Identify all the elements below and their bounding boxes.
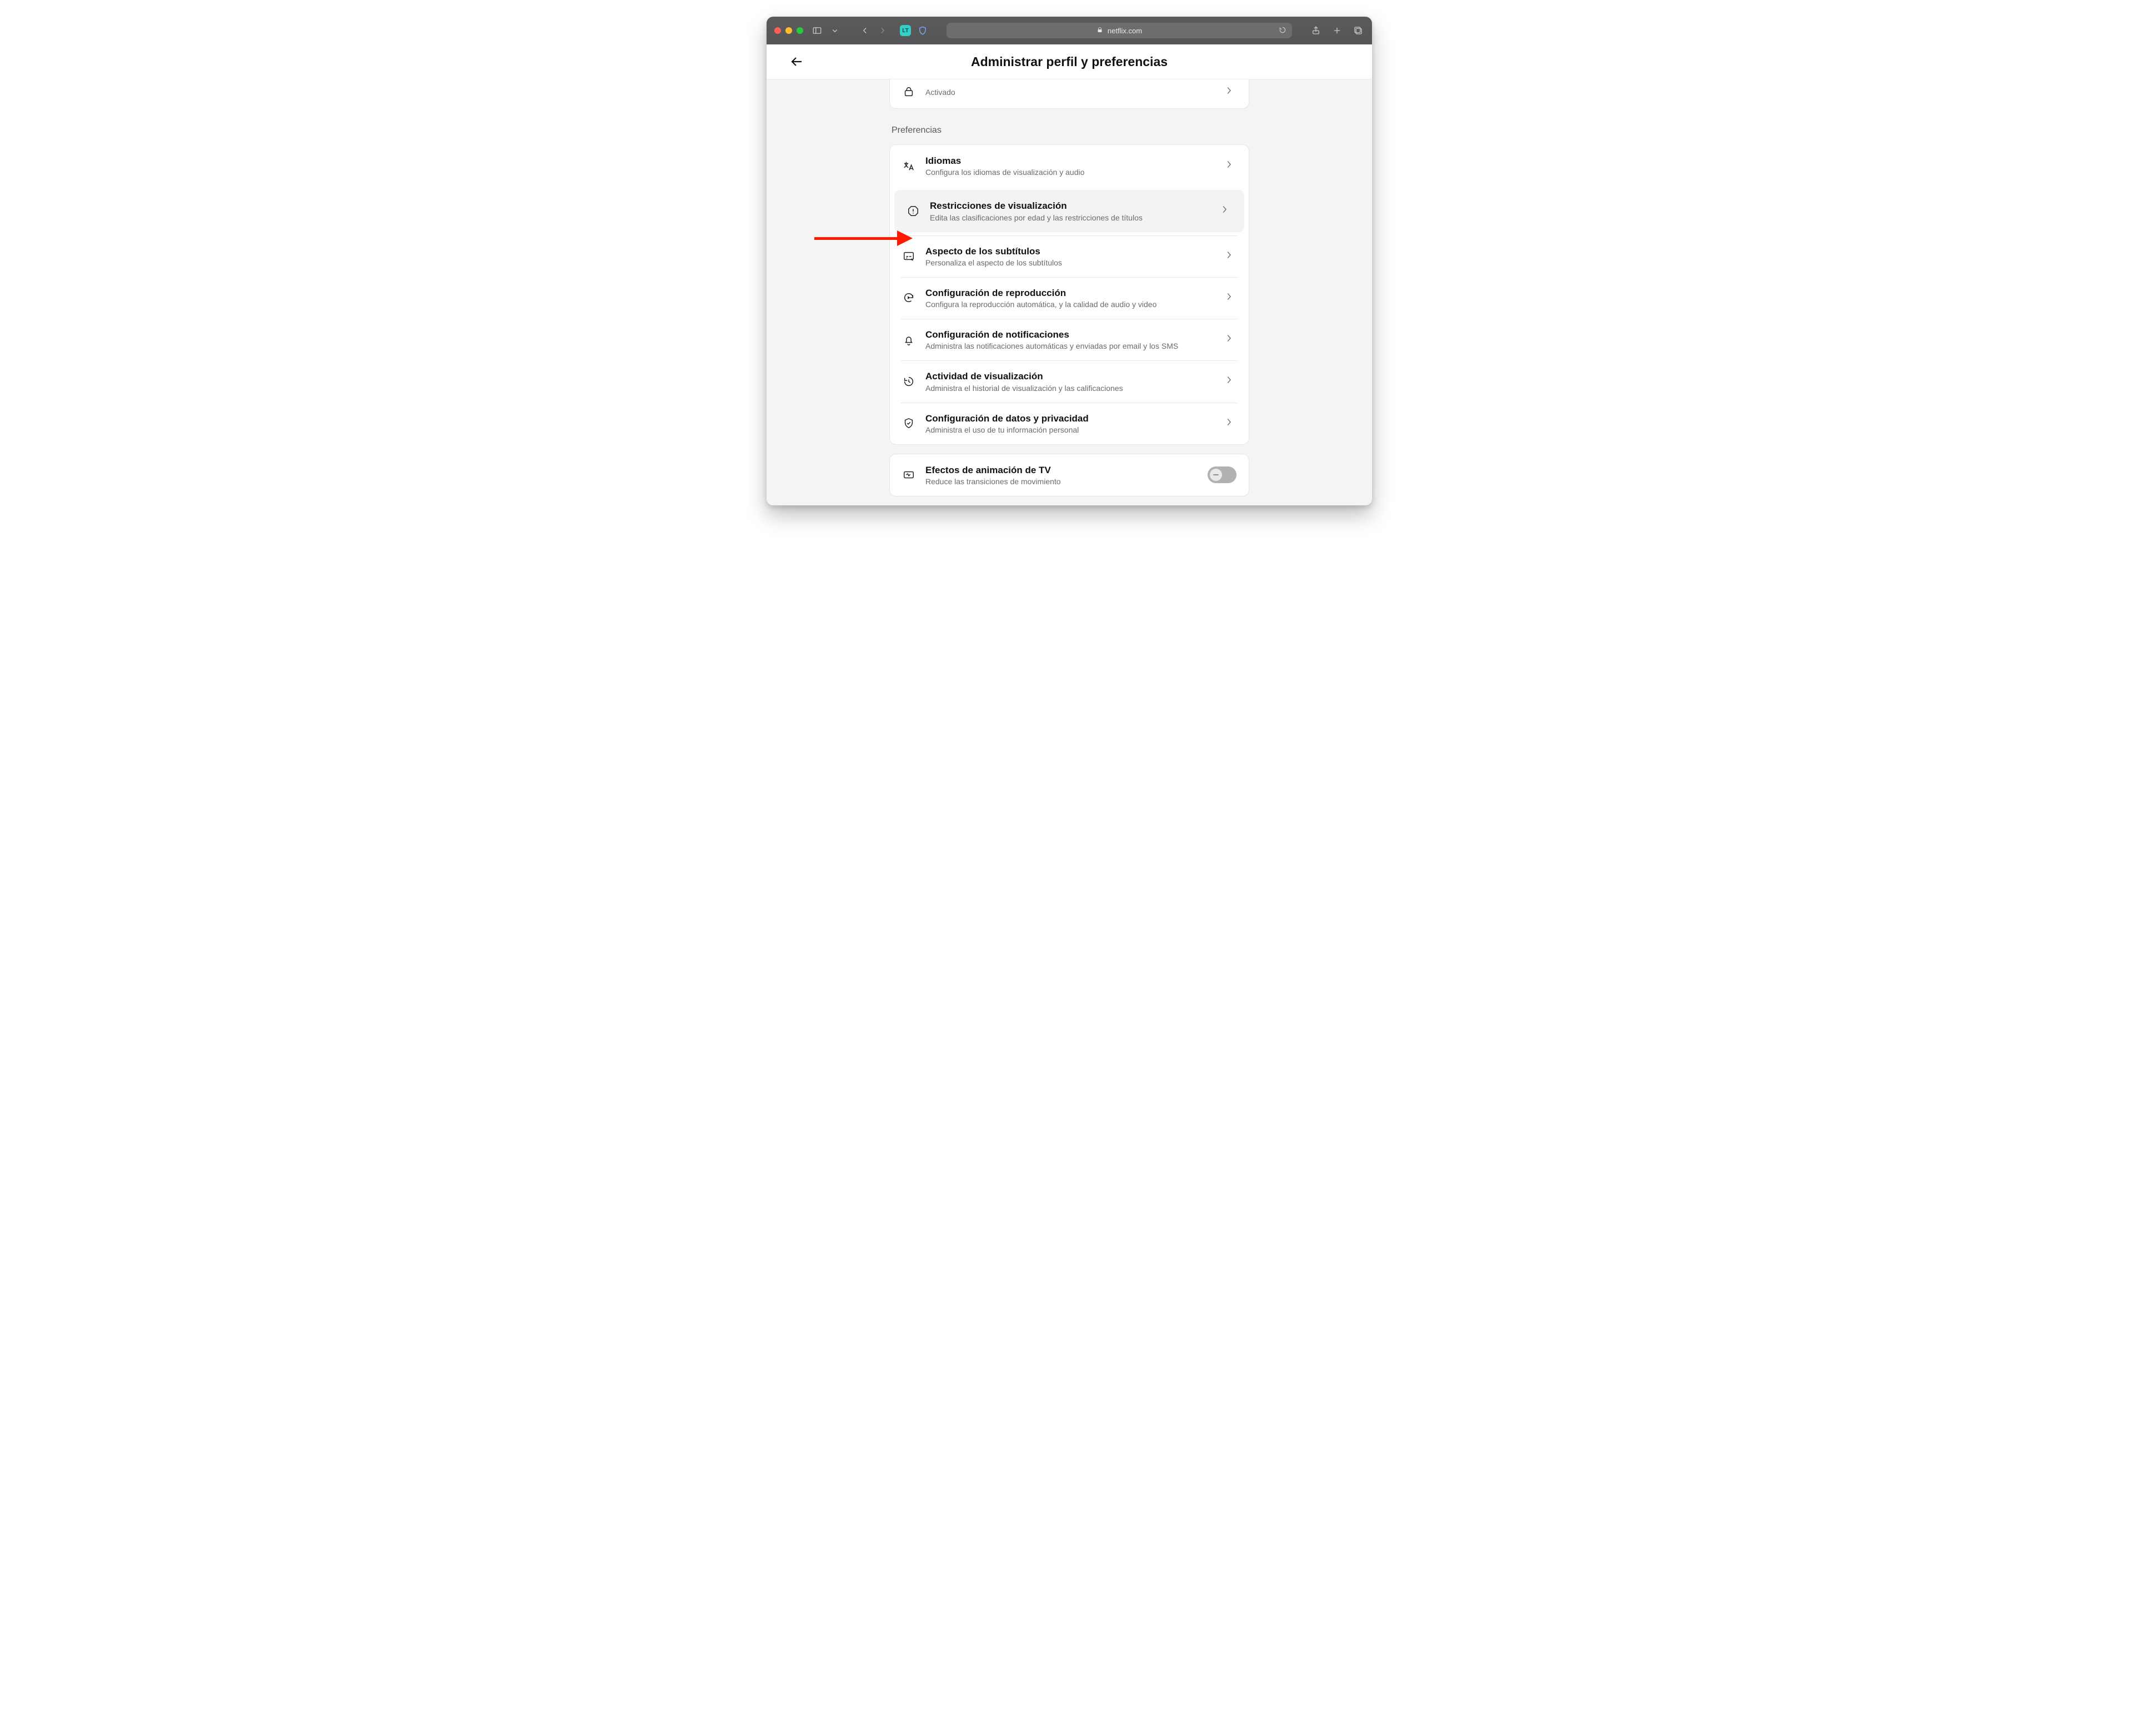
row-title: Actividad de visualización: [925, 370, 1216, 382]
chevron-right-icon: [1226, 87, 1236, 97]
chevron-right-icon: [1226, 160, 1236, 171]
page-title: Administrar perfil y preferencias: [971, 54, 1168, 69]
share-icon[interactable]: [1310, 24, 1322, 37]
row-idiomas[interactable]: Idiomas Configura los idiomas de visuali…: [890, 145, 1249, 187]
extension-badge[interactable]: LT: [900, 25, 911, 36]
annotation-arrow: [814, 230, 913, 246]
row-sub: Configura la reproducción automática, y …: [925, 300, 1216, 309]
maximize-window-button[interactable]: [797, 27, 803, 34]
row-actividad[interactable]: Actividad de visualización Administra el…: [890, 360, 1249, 402]
chevron-right-icon: [1226, 251, 1236, 262]
tv-anim-card: Efectos de animación de TV Reduce las tr…: [889, 454, 1249, 496]
tv-anim-toggle[interactable]: [1208, 466, 1236, 483]
row-sub: Configura los idiomas de visualización y…: [925, 168, 1216, 177]
top-row[interactable]: Activado: [890, 79, 1249, 108]
address-bar[interactable]: netflix.com: [947, 23, 1292, 38]
row-sub: Administra el historial de visualización…: [925, 384, 1216, 393]
extension-shield-icon[interactable]: [917, 24, 929, 37]
browser-toolbar: LT netflix.com: [767, 17, 1372, 44]
chevron-right-icon: [1222, 205, 1232, 216]
page: Administrar perfil y preferencias Activa…: [767, 44, 1372, 505]
tv-anim-icon: [902, 468, 915, 481]
row-title: Configuración de reproducción: [925, 287, 1216, 299]
row-sub: Administra las notificaciones automática…: [925, 342, 1216, 350]
chevron-right-icon: [1226, 376, 1236, 387]
row-restricciones[interactable]: Restricciones de visualización Edita las…: [894, 190, 1244, 232]
row-sub: Personaliza el aspecto de los subtítulos: [925, 258, 1216, 267]
content-scroll[interactable]: Activado Preferencias Idiomas: [767, 79, 1372, 505]
row-title: Efectos de animación de TV: [925, 464, 1198, 476]
row-privacidad[interactable]: Configuración de datos y privacidad Admi…: [890, 403, 1249, 444]
lock-setting-icon: [902, 85, 915, 98]
row-sub: Administra el uso de tu información pers…: [925, 425, 1216, 434]
sidebar-toggle-icon[interactable]: [811, 24, 823, 37]
back-button[interactable]: [789, 54, 804, 69]
language-icon: [902, 159, 915, 173]
new-tab-icon[interactable]: [1331, 24, 1343, 37]
history-icon: [902, 375, 915, 388]
top-row-sub: Activado: [925, 88, 1216, 97]
nav-forward-button[interactable]: [877, 24, 889, 37]
row-notificaciones[interactable]: Configuración de notificaciones Administ…: [890, 319, 1249, 360]
url-host: netflix.com: [1108, 27, 1142, 35]
row-title: Configuración de datos y privacidad: [925, 413, 1216, 424]
minimize-window-button[interactable]: [785, 27, 792, 34]
browser-window: LT netflix.com: [767, 17, 1372, 505]
shield-check-icon: [902, 417, 915, 430]
window-controls: [774, 27, 803, 34]
row-reproduccion[interactable]: Configuración de reproducción Configura …: [890, 277, 1249, 319]
toolbar-chevron-down-icon[interactable]: [829, 24, 841, 37]
preferences-card: Idiomas Configura los idiomas de visuali…: [889, 144, 1249, 445]
section-label-preferencias: Preferencias: [892, 126, 1249, 136]
chevron-right-icon: [1226, 334, 1236, 345]
page-header: Administrar perfil y preferencias: [767, 44, 1372, 79]
row-sub: Edita las clasificaciones por edad y las…: [930, 213, 1212, 222]
restriction-icon: [907, 204, 920, 218]
chevron-right-icon: [1226, 418, 1236, 429]
subtitles-icon: [902, 249, 915, 263]
lock-icon: [1096, 27, 1103, 35]
row-title: Restricciones de visualización: [930, 200, 1212, 212]
row-subtitulos[interactable]: Aspecto de los subtítulos Personaliza el…: [890, 235, 1249, 277]
close-window-button[interactable]: [774, 27, 781, 34]
chevron-right-icon: [1226, 293, 1236, 303]
playback-icon: [902, 291, 915, 304]
row-title: Aspecto de los subtítulos: [925, 245, 1216, 257]
top-card: Activado: [889, 79, 1249, 109]
reload-button[interactable]: [1279, 26, 1286, 36]
bell-icon: [902, 333, 915, 347]
nav-back-button[interactable]: [859, 24, 871, 37]
row-sub: Reduce las transiciones de movimiento: [925, 477, 1198, 486]
row-title: Configuración de notificaciones: [925, 329, 1216, 340]
row-tv-anim[interactable]: Efectos de animación de TV Reduce las tr…: [890, 454, 1249, 496]
row-title: Idiomas: [925, 155, 1216, 167]
tabs-overview-icon[interactable]: [1352, 24, 1364, 37]
